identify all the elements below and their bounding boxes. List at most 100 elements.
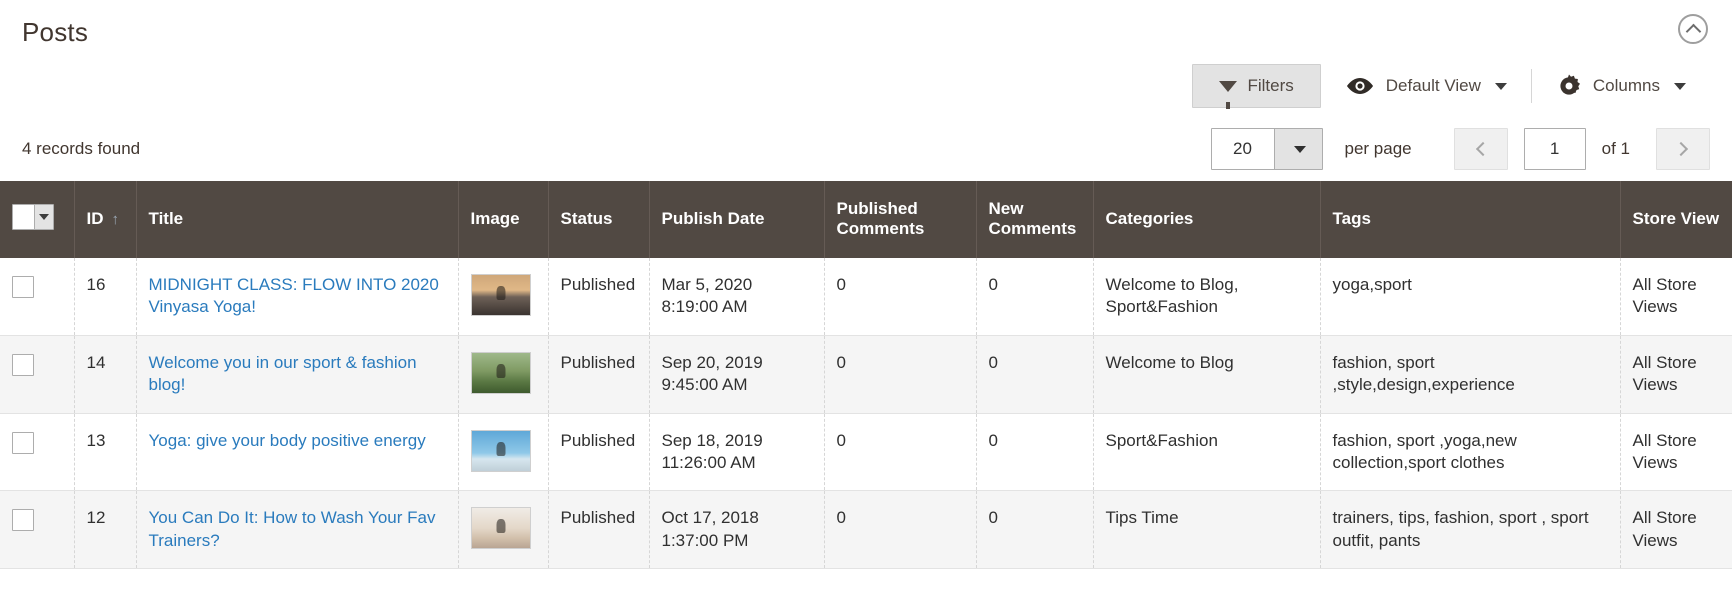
row-select-cell[interactable] (0, 413, 75, 492)
cell-store-view: All Store Views (1620, 257, 1732, 336)
per-page-select[interactable]: 20 (1210, 128, 1323, 170)
column-header-id[interactable]: ID ↑ (74, 181, 137, 258)
current-page-input[interactable] (1523, 128, 1586, 170)
row-select-cell[interactable] (0, 490, 75, 570)
records-found-label: 4 records found (22, 139, 141, 158)
cell-title: You Can Do It: How to Wash Your Fav Trai… (136, 490, 459, 570)
next-page-button[interactable] (1656, 128, 1710, 170)
filters-button-label: Filters (1247, 76, 1294, 95)
table-body: 16 MIDNIGHT CLASS: FLOW INTO 2020 Vinyas… (0, 257, 1732, 570)
cell-categories: Tips Time (1093, 490, 1321, 570)
sort-ascending-icon: ↑ (111, 211, 120, 229)
chevron-up-icon (1685, 23, 1701, 39)
cell-categories: Welcome to Blog (1093, 335, 1321, 414)
gear-icon (1560, 74, 1580, 95)
chevron-right-icon (1673, 141, 1689, 157)
cell-tags: trainers, tips, fashion, sport , sport o… (1320, 490, 1621, 570)
cell-title: Welcome you in our sport & fashion blog! (136, 335, 459, 414)
post-title-link[interactable]: Yoga: give your body positive energy (149, 431, 426, 450)
per-page-label: per page (1344, 139, 1412, 158)
cell-new-comments: 0 (976, 413, 1094, 492)
chevron-down-icon (1674, 82, 1686, 90)
table-row[interactable]: 12 You Can Do It: How to Wash Your Fav T… (0, 490, 1732, 570)
cell-publish-date: Sep 18, 2019 11:26:00 AM (649, 413, 825, 492)
column-header-store-view[interactable]: Store View (1620, 181, 1732, 258)
column-header-select (0, 181, 75, 258)
row-checkbox[interactable] (12, 353, 34, 376)
cell-tags: fashion, sport ,yoga,new collection,spor… (1320, 413, 1621, 492)
cell-published-comments: 0 (824, 257, 977, 336)
chevron-left-icon (1475, 141, 1490, 157)
chevron-down-icon (39, 214, 49, 221)
cell-tags: yoga,sport (1320, 257, 1621, 336)
row-checkbox[interactable] (12, 431, 34, 454)
view-bookmarks-control[interactable]: Default View (1321, 66, 1531, 106)
post-title-link[interactable]: Welcome you in our sport & fashion blog! (149, 353, 417, 394)
cell-image (458, 257, 549, 336)
row-checkbox[interactable] (12, 509, 34, 532)
post-thumbnail (470, 429, 531, 472)
cell-new-comments: 0 (976, 335, 1094, 414)
post-title-link[interactable]: MIDNIGHT CLASS: FLOW INTO 2020 Vinyasa Y… (149, 275, 439, 316)
cell-image (458, 335, 549, 414)
per-page-dropdown-toggle[interactable] (1273, 129, 1322, 169)
row-select-cell[interactable] (0, 335, 75, 414)
view-label: Default View (1385, 76, 1481, 95)
per-page-value: 20 (1233, 139, 1252, 158)
previous-page-button[interactable] (1453, 128, 1508, 170)
cell-status: Published (548, 413, 650, 492)
table-row[interactable]: 14 Welcome you in our sport & fashion bl… (0, 335, 1732, 414)
grid-pagination-row: 4 records found 20 per page of 1 (0, 117, 1732, 181)
total-pages-label: of 1 (1601, 139, 1630, 158)
funnel-icon (1219, 80, 1238, 109)
cell-status: Published (548, 257, 650, 336)
table-head: ID ↑ Title Image Status Publish Date Publ… (0, 181, 1732, 258)
chevron-down-icon (1494, 82, 1507, 90)
cell-tags: fashion, sport ,style,design,experience (1320, 335, 1621, 414)
post-thumbnail (470, 507, 531, 550)
column-header-published-comments[interactable]: Published Comments (824, 181, 977, 258)
column-header-new-comments[interactable]: New Comments (976, 181, 1094, 258)
row-checkbox[interactable] (12, 275, 34, 298)
filters-button[interactable]: Filters (1192, 64, 1321, 109)
cell-id: 14 (74, 335, 137, 414)
select-all-toggle[interactable] (34, 205, 53, 230)
columns-control[interactable]: Columns (1532, 63, 1710, 109)
column-header-publish-date[interactable]: Publish Date (649, 181, 825, 258)
chevron-down-icon (1293, 145, 1306, 153)
post-thumbnail (470, 351, 531, 394)
cell-published-comments: 0 (824, 490, 977, 570)
cell-image (458, 490, 549, 570)
cell-publish-date: Sep 20, 2019 9:45:00 AM (649, 335, 825, 414)
table-header-row: ID ↑ Title Image Status Publish Date Publ… (0, 181, 1732, 258)
grid-toolbar: Filters Default View Columns (0, 55, 1732, 117)
table-row[interactable]: 16 MIDNIGHT CLASS: FLOW INTO 2020 Vinyas… (0, 257, 1732, 336)
table-row[interactable]: 13 Yoga: give your body positive energy … (0, 413, 1732, 492)
pager: 20 per page of 1 (1210, 128, 1710, 170)
cell-published-comments: 0 (824, 335, 977, 414)
column-header-categories[interactable]: Categories (1093, 181, 1321, 258)
cell-id: 13 (74, 413, 137, 492)
column-header-image[interactable]: Image (458, 181, 549, 258)
select-all-checkbox[interactable] (13, 205, 34, 230)
cell-title: MIDNIGHT CLASS: FLOW INTO 2020 Vinyasa Y… (136, 257, 459, 336)
column-header-title[interactable]: Title (136, 181, 459, 258)
cell-id: 16 (74, 257, 137, 336)
column-header-tags[interactable]: Tags (1320, 181, 1621, 258)
cell-title: Yoga: give your body positive energy (136, 413, 459, 492)
grid-container: ID ↑ Title Image Status Publish Date Publ… (0, 181, 1732, 570)
cell-publish-date: Mar 5, 2020 8:19:00 AM (649, 257, 825, 336)
post-title-link[interactable]: You Can Do It: How to Wash Your Fav Trai… (149, 508, 436, 549)
column-header-id-label: ID (86, 209, 104, 229)
cell-new-comments: 0 (976, 490, 1094, 570)
cell-store-view: All Store Views (1620, 490, 1732, 570)
posts-table: ID ↑ Title Image Status Publish Date Publ… (0, 181, 1732, 570)
posts-grid-page: Posts Filters Default View Columns 4 rec… (0, 0, 1732, 613)
cell-status: Published (548, 490, 650, 570)
row-select-cell[interactable] (0, 257, 75, 336)
select-all-dropdown[interactable] (12, 204, 54, 231)
cell-image (458, 413, 549, 492)
column-header-status[interactable]: Status (548, 181, 650, 258)
collapse-section-button[interactable] (1678, 14, 1708, 44)
cell-status: Published (548, 335, 650, 414)
